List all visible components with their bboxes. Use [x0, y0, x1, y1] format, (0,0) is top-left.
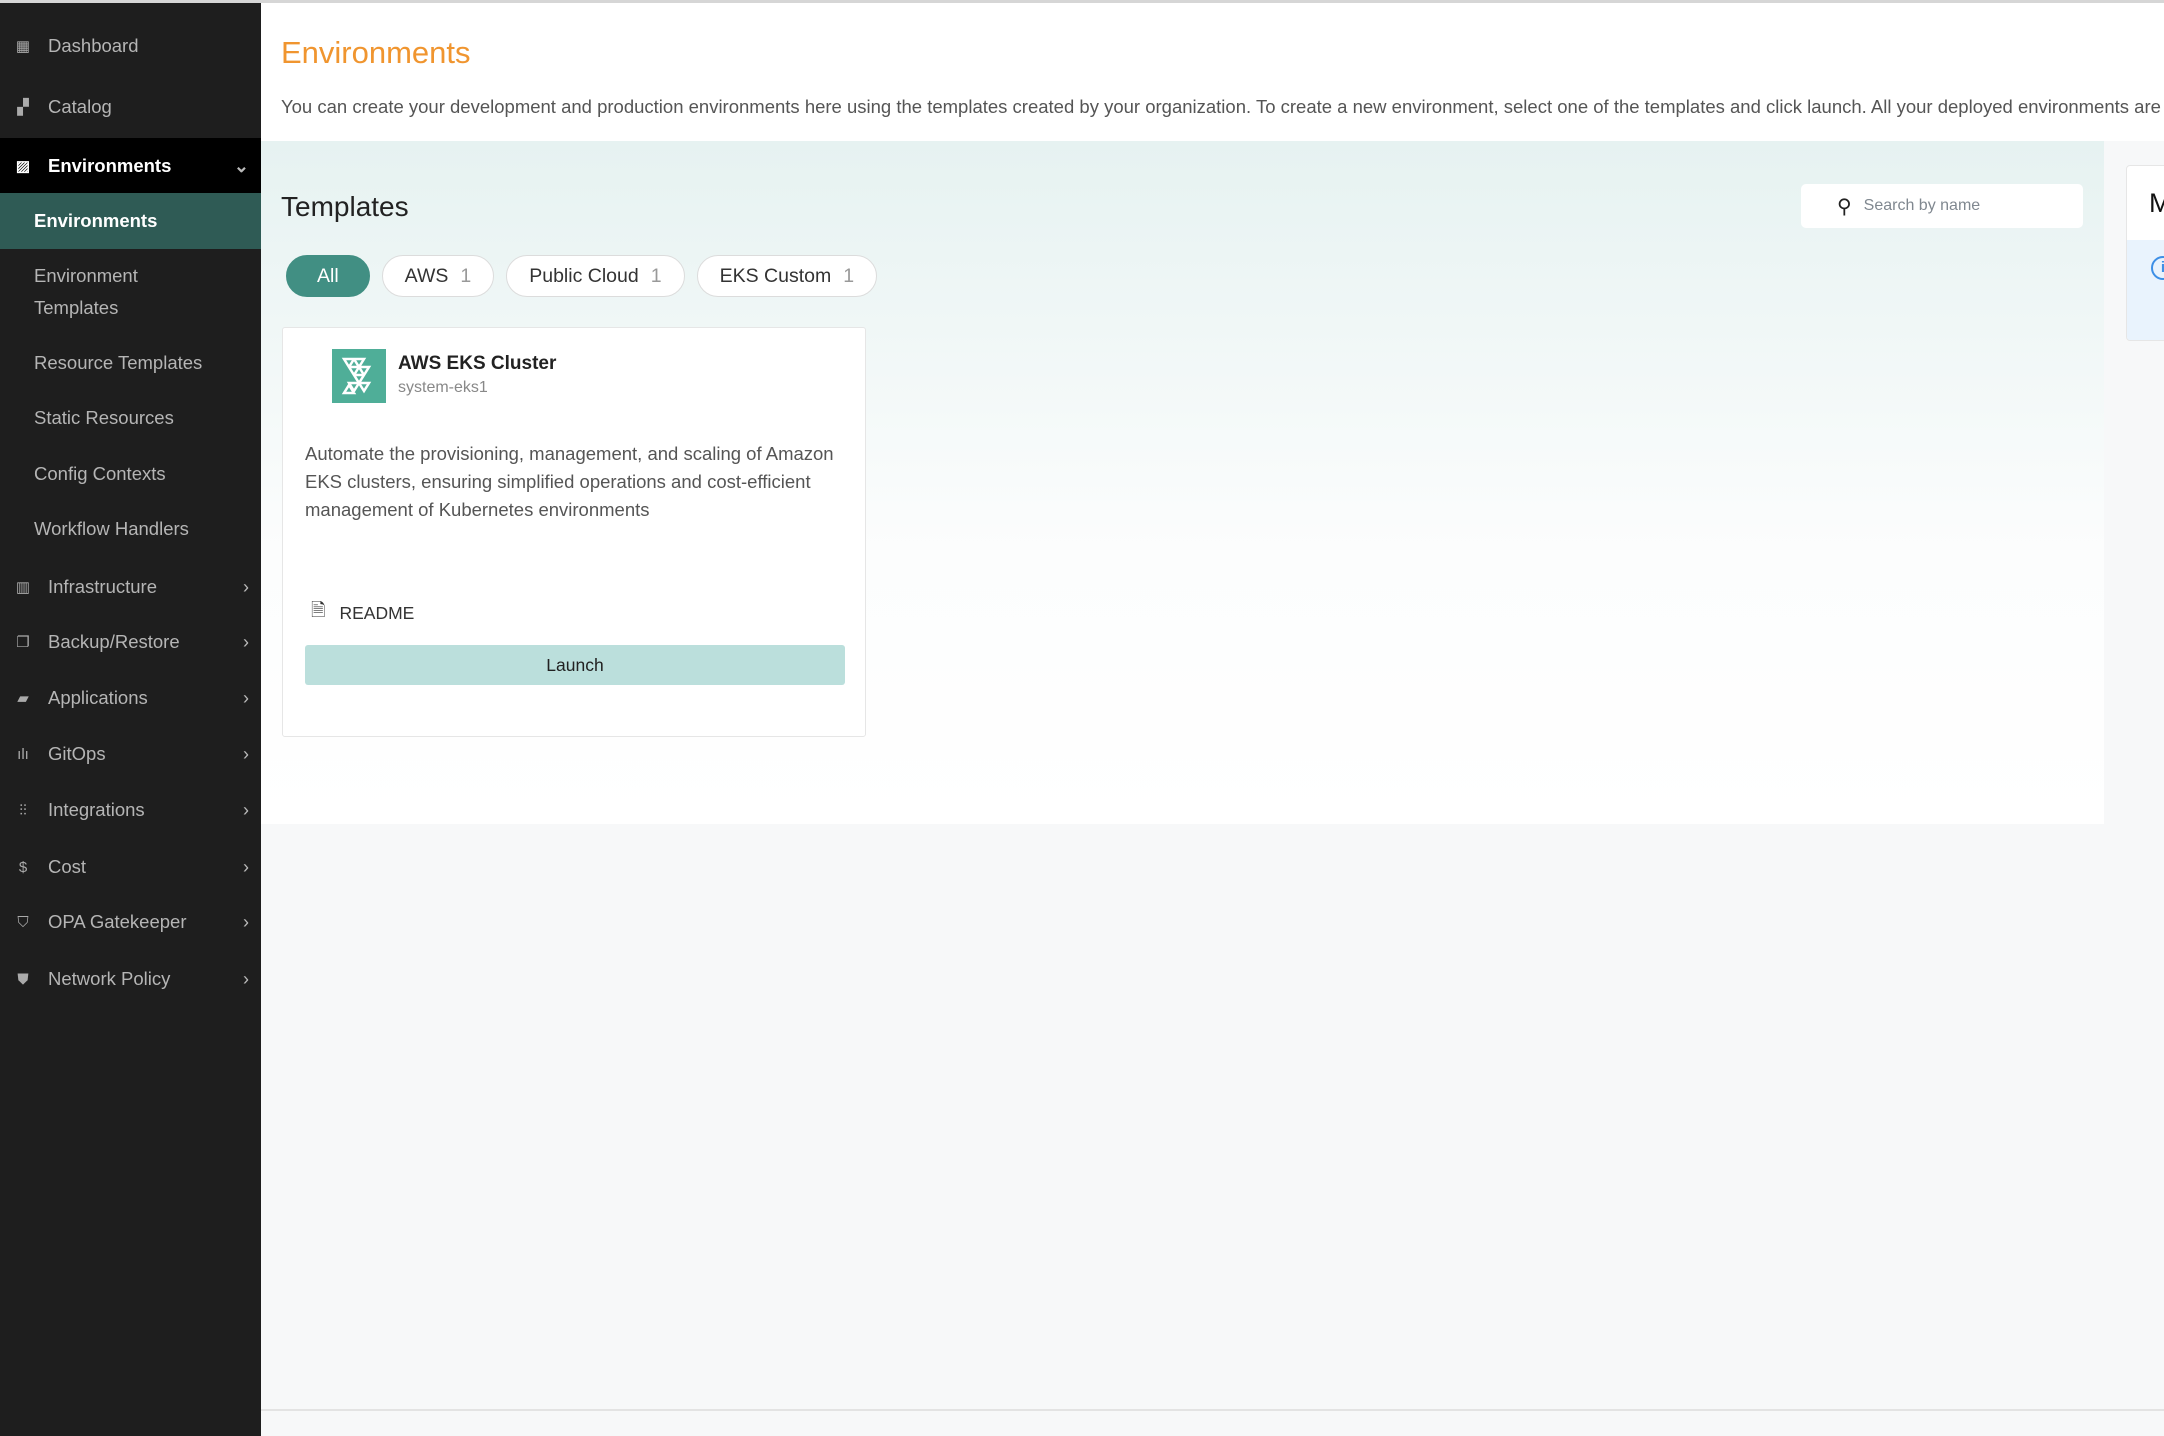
- template-name: AWS EKS Cluster: [398, 353, 557, 374]
- image-icon: ▨: [15, 158, 31, 175]
- chevron-right-icon: ›: [243, 576, 249, 597]
- filter-chips: All AWS 1 Public Cloud 1 EKS Custom 1: [286, 255, 878, 297]
- sidebar-item-dashboard[interactable]: ▦ Dashboard: [0, 18, 261, 74]
- shield-check-icon: ⛊: [17, 970, 29, 988]
- catalog-icon: ▞: [17, 99, 29, 116]
- dashboard-icon: ▦: [15, 38, 31, 55]
- chevron-right-icon: ›: [243, 687, 249, 708]
- page-title: Environments: [281, 35, 471, 70]
- sidebar-item-integrations[interactable]: ⫶⫶ Integrations ›: [0, 782, 261, 838]
- right-info-card: M i: [2126, 165, 2164, 341]
- sidebar-subitem-environments[interactable]: Environments: [0, 193, 261, 249]
- chip-public-cloud[interactable]: Public Cloud 1: [506, 255, 685, 297]
- chip-aws[interactable]: AWS 1: [381, 255, 495, 297]
- search-input[interactable]: [1863, 197, 2064, 215]
- sidebar-subitem-resource-templates[interactable]: Resource Templates: [0, 335, 261, 391]
- launch-button[interactable]: Launch: [305, 645, 845, 685]
- chevron-right-icon: ›: [243, 799, 249, 820]
- sidebar-item-cost[interactable]: $ Cost ›: [0, 839, 261, 895]
- waveform-icon: ılı: [17, 745, 29, 763]
- search-icon: ⚲: [1837, 195, 1852, 218]
- chip-all[interactable]: All: [286, 255, 370, 297]
- sidebar: ▦ Dashboard ▞ Catalog ▨ Environments ⌄ Envir…: [0, 0, 261, 1436]
- templates-panel: Templates ⚲ All AWS1 Public Cloud1 EKS C…: [261, 141, 2104, 824]
- sidebar-item-environments[interactable]: ▨ Environments ⌄: [0, 138, 261, 194]
- info-banner: i: [2127, 240, 2164, 340]
- chevron-right-icon: ›: [243, 743, 249, 764]
- chevron-down-icon: ⌄: [233, 155, 249, 176]
- sidebar-subitem-static-resources[interactable]: Static Resources: [0, 390, 261, 446]
- template-description: Automate the provisioning, management, a…: [305, 443, 834, 520]
- document-icon: 🗎: [311, 600, 326, 620]
- templates-title: Templates: [281, 191, 409, 222]
- sidebar-item-opa-gatekeeper[interactable]: ⛉ OPA Gatekeeper ›: [0, 894, 261, 950]
- eks-logo-icon: [332, 349, 386, 403]
- sidebar-item-gitops[interactable]: ılı GitOps ›: [0, 726, 261, 782]
- sidebar-item-catalog[interactable]: ▞ Catalog: [0, 79, 261, 135]
- template-card: AWS EKS Cluster system-eks1 Automate the…: [282, 327, 866, 737]
- briefcase-icon: ▰: [17, 690, 29, 707]
- building-icon: ▥: [15, 579, 31, 596]
- sidebar-item-infrastructure[interactable]: ▥ Infrastructure ›: [0, 559, 261, 615]
- sidebar-subitem-workflow-handlers[interactable]: Workflow Handlers: [0, 501, 261, 557]
- footer-divider: [261, 1409, 2164, 1411]
- page-description: You can create your development and prod…: [281, 96, 2161, 117]
- chevron-right-icon: ›: [243, 856, 249, 877]
- right-card-title: M: [2149, 188, 2164, 219]
- sidebar-subitem-config-contexts[interactable]: Config Contexts: [0, 446, 261, 502]
- chevron-right-icon: ›: [243, 968, 249, 989]
- shield-icon: ⛉: [17, 913, 29, 931]
- page-header: Environments You can create your develop…: [261, 0, 2164, 141]
- chevron-right-icon: ›: [243, 631, 249, 652]
- sidebar-item-backup-restore[interactable]: ❐ Backup/Restore ›: [0, 614, 261, 670]
- info-icon: i: [2151, 256, 2164, 280]
- sidebar-subitem-environment-templates[interactable]: Environment Templates: [0, 253, 200, 331]
- readme-link[interactable]: 🗎 README: [311, 598, 414, 628]
- chevron-right-icon: ›: [243, 911, 249, 932]
- copy-icon: ❐: [16, 634, 30, 651]
- sidebar-item-network-policy[interactable]: ⛊ Network Policy ›: [0, 951, 261, 1007]
- dollar-icon: $: [18, 858, 28, 876]
- chip-eks-custom[interactable]: EKS Custom 1: [696, 255, 878, 297]
- sliders-icon: ⫶⫶: [19, 801, 27, 819]
- template-id: system-eks1: [398, 379, 488, 396]
- search-box[interactable]: ⚲: [1801, 184, 2083, 228]
- sidebar-item-applications[interactable]: ▰ Applications ›: [0, 670, 261, 726]
